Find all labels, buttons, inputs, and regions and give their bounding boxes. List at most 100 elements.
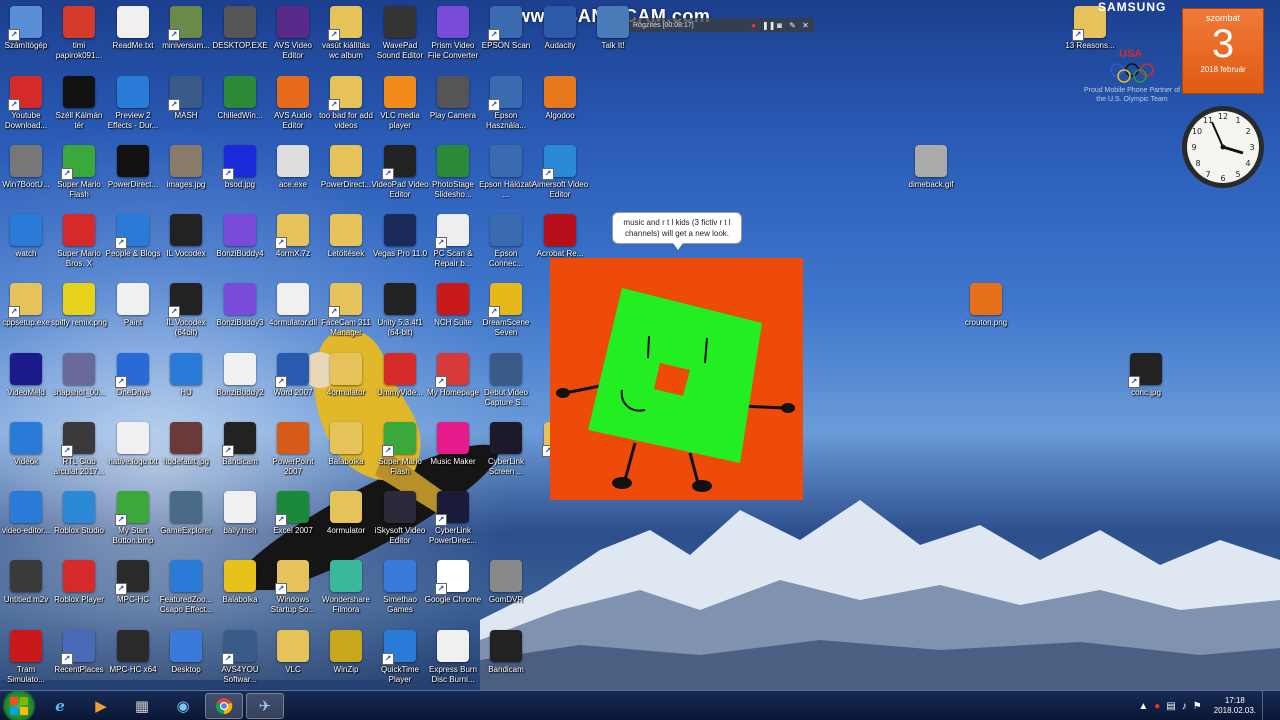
- desktop-icon[interactable]: People & Blogs: [106, 214, 160, 282]
- desktop-icon[interactable]: OneDrive: [106, 353, 160, 421]
- desktop-icon[interactable]: Audacity: [533, 6, 587, 74]
- desktop-icon[interactable]: Express Burn Disc Burni...: [426, 630, 480, 698]
- desktop-icon[interactable]: BonziBuddy4: [213, 214, 267, 282]
- snapshot-icon[interactable]: ◙: [775, 21, 784, 30]
- desktop-icon[interactable]: Roblox Player: [52, 560, 106, 628]
- desktop-icon[interactable]: Széll Kálmán tér: [52, 76, 106, 144]
- desktop-icon[interactable]: VideoMeld: [0, 353, 53, 421]
- taskbar-globe-icon[interactable]: ◉: [164, 693, 202, 719]
- desktop-icon[interactable]: Algodoo: [533, 76, 587, 144]
- desktop-icon[interactable]: EPSON Scan: [479, 6, 533, 74]
- desktop-icon[interactable]: Youtube Download...: [0, 76, 53, 144]
- desktop-icon[interactable]: VLC: [266, 630, 320, 698]
- desktop-icon[interactable]: iSkysoft Video Editor: [373, 491, 427, 559]
- tray-network-icon[interactable]: ▤: [1166, 701, 1175, 712]
- desktop-icon[interactable]: dimeback.gif: [904, 145, 958, 213]
- desktop-icon[interactable]: snapshot_00...: [52, 353, 106, 421]
- desktop-icon[interactable]: 4ormulator: [319, 353, 373, 421]
- desktop-icon[interactable]: Super Mario Bros. X: [52, 214, 106, 282]
- desktop-icon[interactable]: Bandicam: [479, 630, 533, 698]
- desktop-icon[interactable]: bsod.jpg: [213, 145, 267, 213]
- taskbar-film-icon[interactable]: ▦: [123, 693, 161, 719]
- desktop-icon[interactable]: Excel 2007: [266, 491, 320, 559]
- desktop-icon[interactable]: VideoPad Video Editor: [371, 145, 429, 213]
- desktop-icon[interactable]: Unity 5.3.4f1 (64-bit): [373, 283, 427, 351]
- desktop-icon[interactable]: AVS4YOU Softwar...: [213, 630, 267, 698]
- desktop-icon[interactable]: Play Camera: [426, 76, 480, 144]
- taskbar-media-player-icon[interactable]: ▶: [82, 693, 120, 719]
- desktop-icon[interactable]: My Homepage: [426, 353, 480, 421]
- desktop-icon[interactable]: Prism Video File Converter: [426, 6, 480, 74]
- desktop-icon[interactable]: MPC-HC: [106, 560, 160, 628]
- taskbar-chrome-icon[interactable]: [205, 692, 243, 719]
- desktop-icon[interactable]: Debut Video Capture S...: [479, 353, 533, 421]
- desktop-icon[interactable]: Google Chrome: [425, 560, 481, 628]
- desktop-icon[interactable]: 4ormulator.dll: [266, 283, 320, 351]
- desktop-icon[interactable]: CyberLink PowerDirec...: [426, 491, 480, 559]
- desktop-icon[interactable]: PC Scan & Repair b...: [426, 214, 480, 282]
- desktop-icon[interactable]: PowerDirect...: [319, 145, 373, 213]
- desktop-icon[interactable]: Simethao Games: [373, 560, 427, 628]
- desktop-icon[interactable]: NCH Suite: [426, 283, 480, 351]
- tray-record-icon[interactable]: ●: [1154, 701, 1160, 712]
- desktop-icon[interactable]: Epson Hálózati ...: [479, 145, 533, 213]
- desktop-icon[interactable]: Music Maker: [426, 422, 480, 490]
- desktop-icon[interactable]: PhotoStage Slidesho...: [426, 145, 480, 213]
- record-dot-icon[interactable]: ●: [749, 21, 758, 30]
- desktop-icon[interactable]: PowerPoint 2007: [266, 422, 320, 490]
- desktop-icon[interactable]: watch: [0, 214, 53, 282]
- desktop-icon[interactable]: too bad for add videos: [319, 76, 373, 144]
- desktop-icon[interactable]: Win7BootU...: [0, 145, 53, 213]
- recording-toolbar[interactable]: ⌕ Rögzítés [00:08:17] ● ❚❚ ◙ ✎ ✕: [616, 18, 814, 32]
- desktop-icon[interactable]: IL Vocodex: [159, 214, 213, 282]
- desktop-icon[interactable]: cppsetup.exe: [0, 283, 53, 351]
- desktop-icon[interactable]: BonziBuddy3: [213, 283, 267, 351]
- desktop-icon[interactable]: Számítógép: [0, 6, 53, 74]
- tray-flag-icon[interactable]: ⚑: [1193, 701, 1202, 712]
- desktop-icon[interactable]: crouton.png: [959, 283, 1013, 351]
- desktop-icon[interactable]: hqdefault.jpg: [159, 422, 213, 490]
- desktop-icon[interactable]: Super Mario Flash: [52, 145, 106, 213]
- show-desktop-button[interactable]: [1262, 691, 1272, 720]
- desktop-icon[interactable]: Epson Használa...: [479, 76, 533, 144]
- desktop-icon[interactable]: MASH: [159, 76, 213, 144]
- desktop-icon[interactable]: ace.exe: [266, 145, 320, 213]
- desktop-icon[interactable]: Roblox Studio: [52, 491, 106, 559]
- desktop-icon[interactable]: UmmyVide...: [373, 353, 427, 421]
- desktop-icon[interactable]: GameExplorer: [159, 491, 213, 559]
- desktop-icon[interactable]: WavePad Sound Editor: [373, 6, 427, 74]
- clock-gadget[interactable]: 12 12 3 45 6 78 9 1011: [1180, 104, 1266, 190]
- desktop-icon[interactable]: DreamScene Seven: [479, 283, 533, 351]
- desktop-icon[interactable]: AVS Audio Editor: [266, 76, 320, 144]
- desktop-icon[interactable]: 4ormX.7z: [266, 214, 320, 282]
- desktop-icon[interactable]: Vegas Pro 11.0: [373, 214, 427, 282]
- desktop-icon[interactable]: HU: [159, 353, 213, 421]
- desktop-icon[interactable]: QuickTime Player: [373, 630, 427, 698]
- desktop-icon[interactable]: Bandicam: [213, 422, 267, 490]
- desktop-icon[interactable]: Letöltések: [319, 214, 373, 282]
- desktop-icon[interactable]: Paint: [106, 283, 160, 351]
- taskbar-ie-icon[interactable]: e: [41, 693, 79, 719]
- tray-clock[interactable]: 17:18 2018.02.03.: [1214, 696, 1256, 716]
- desktop-icon[interactable]: AVS Video Editor: [266, 6, 320, 74]
- desktop-icon[interactable]: Videók: [0, 422, 53, 490]
- close-icon[interactable]: ✕: [801, 21, 810, 30]
- desktop-icon[interactable]: Preview 2 Effects - Dur...: [106, 76, 160, 144]
- desktop-icon[interactable]: conc.jpg: [1119, 353, 1173, 421]
- desktop-icon[interactable]: WinZip: [319, 630, 373, 698]
- desktop-icon[interactable]: ReadMe.txt: [106, 6, 160, 74]
- desktop-icon[interactable]: RecentPlaces: [52, 630, 106, 698]
- pencil-icon[interactable]: ✎: [788, 21, 797, 30]
- desktop-icon[interactable]: CyberLink Screen ...: [479, 422, 533, 490]
- desktop-icon[interactable]: Windows Startup So...: [266, 560, 320, 628]
- calendar-gadget[interactable]: szombat 3 2018 február: [1182, 8, 1264, 94]
- desktop-icon[interactable]: RTL Club arculat 2017...: [52, 422, 106, 490]
- desktop-icon[interactable]: Desktop: [159, 630, 213, 698]
- desktop-icon[interactable]: IL Vocodex (64bit): [159, 283, 213, 351]
- desktop-icon[interactable]: My Start Button.bmp: [106, 491, 160, 559]
- taskbar-mash-icon[interactable]: ✈: [246, 692, 284, 719]
- desktop-icon[interactable]: Wondershare Filmora: [319, 560, 373, 628]
- desktop-icon[interactable]: ChilledWin...: [213, 76, 267, 144]
- desktop-icon[interactable]: Epson Connec...: [479, 214, 533, 282]
- desktop-icon[interactable]: images.jpg: [159, 145, 213, 213]
